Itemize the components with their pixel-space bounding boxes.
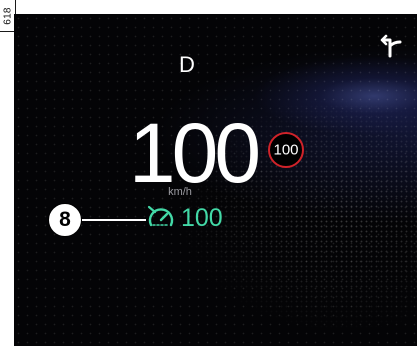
speed-limit-value: 100: [273, 141, 299, 159]
cruise-set-speed: 100: [181, 204, 223, 232]
callout-leader-line: [82, 219, 146, 221]
current-speed: 100: [128, 106, 261, 200]
gear-indicator: D: [179, 52, 195, 77]
speed-limit-sign: 100: [268, 132, 304, 168]
turn-right-arrow-icon: [380, 34, 402, 58]
speedometer-limiter-icon: [147, 205, 174, 227]
figure-tag-label: 618: [2, 6, 13, 25]
speed-unit: km/h: [168, 186, 192, 198]
callout-number: 8: [59, 208, 71, 231]
callout-marker: 8: [48, 203, 82, 237]
